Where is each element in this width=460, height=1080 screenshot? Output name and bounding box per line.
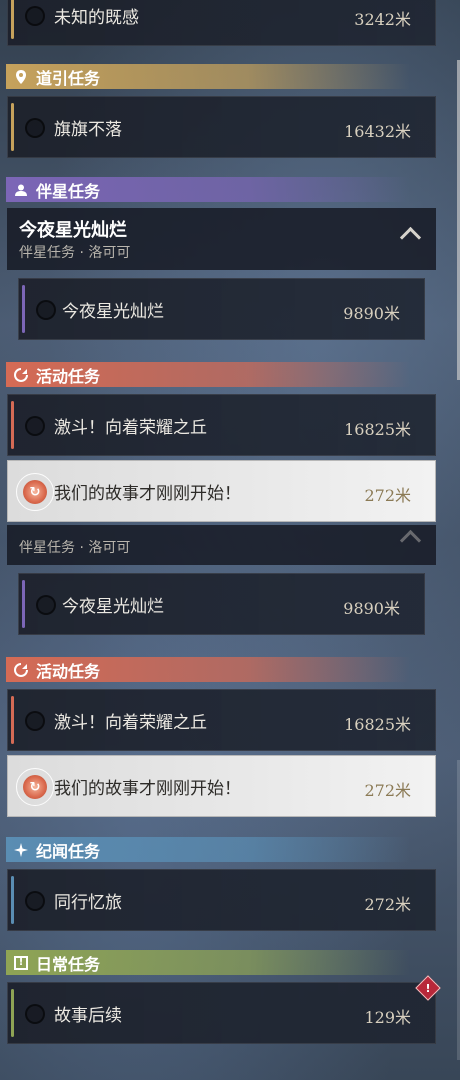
quest-distance: 9890米 xyxy=(343,599,400,618)
section-title: 活动任务 xyxy=(36,661,101,681)
quest-row-daily[interactable]: 故事后续 129米 xyxy=(7,982,436,1044)
quest-name: 我们的故事才刚刚开始！ xyxy=(54,484,241,504)
quest-distance: 16825米 xyxy=(344,420,411,439)
quest-distance: 129米 xyxy=(364,1008,411,1027)
tracking-target-icon[interactable]: ↻ xyxy=(16,768,54,806)
quest-color-bar xyxy=(11,401,14,449)
section-title: 活动任务 xyxy=(36,366,101,386)
quest-name: 激斗！向着荣耀之丘 xyxy=(54,418,207,438)
quest-row-event-active[interactable]: ↻ 我们的故事才刚刚开始！ 272米 xyxy=(7,460,436,522)
quest-color-bar xyxy=(11,876,14,924)
quest-track-circle[interactable] xyxy=(36,300,56,320)
quest-row-guide[interactable]: 旗旗不落 16432米 xyxy=(7,96,436,158)
quest-group-header-partial[interactable]: 伴星任务 · 洛可可 xyxy=(7,525,436,565)
quest-track-circle[interactable] xyxy=(25,891,45,911)
section-header-guide: 道引任务 xyxy=(6,64,410,89)
quest-row-chronicle[interactable]: 同行忆旅 272米 xyxy=(7,869,436,931)
quest-distance: 272米 xyxy=(364,781,411,800)
quest-name: 故事后续 xyxy=(54,1006,122,1026)
refresh-icon xyxy=(12,661,30,679)
quest-track-circle[interactable] xyxy=(25,1004,45,1024)
quest-color-bar xyxy=(11,0,14,39)
section-title: 伴星任务 xyxy=(36,181,101,201)
quest-name: 我们的故事才刚刚开始！ xyxy=(54,779,241,799)
quest-row-unknown[interactable]: 未知的既感 3242米 xyxy=(7,0,436,46)
section-header-event: 活动任务 xyxy=(6,362,410,387)
section-header-event: 活动任务 xyxy=(6,657,410,682)
quest-color-bar xyxy=(11,696,14,744)
quest-row-companion[interactable]: 今夜星光灿烂 9890米 xyxy=(18,573,425,635)
quest-color-bar xyxy=(11,989,14,1037)
quest-track-circle[interactable] xyxy=(25,711,45,731)
section-header-chronicle: 纪闻任务 xyxy=(6,837,410,862)
section-header-companion: 伴星任务 xyxy=(6,177,410,202)
quest-color-bar xyxy=(11,103,14,151)
person-icon xyxy=(12,181,30,199)
quest-distance: 272米 xyxy=(364,486,411,505)
quest-color-bar xyxy=(22,285,25,333)
quest-name: 今夜星光灿烂 xyxy=(62,302,164,322)
quest-track-circle[interactable] xyxy=(25,118,45,138)
quest-distance: 3242米 xyxy=(354,10,411,29)
section-title: 道引任务 xyxy=(36,68,101,88)
quest-name: 未知的既感 xyxy=(54,8,139,28)
group-subtitle: 伴星任务 · 洛可可 xyxy=(19,245,131,261)
quest-distance: 9890米 xyxy=(343,304,400,323)
quest-group-header[interactable]: 今夜星光灿烂 伴星任务 · 洛可可 xyxy=(7,208,436,270)
quest-distance: 272米 xyxy=(364,895,411,914)
section-title: 纪闻任务 xyxy=(36,841,101,861)
map-pin-icon xyxy=(12,68,30,86)
section-title: 日常任务 xyxy=(36,954,101,974)
quest-name: 今夜星光灿烂 xyxy=(62,597,164,617)
quest-distance: 16432米 xyxy=(344,122,411,141)
chevron-up-icon[interactable] xyxy=(399,226,422,249)
quest-track-circle[interactable] xyxy=(25,416,45,436)
quest-name: 激斗！向着荣耀之丘 xyxy=(54,713,207,733)
quest-track-circle[interactable] xyxy=(25,6,45,26)
quest-track-circle[interactable] xyxy=(36,595,56,615)
sparkle-icon xyxy=(12,841,30,859)
quest-color-bar xyxy=(22,580,25,628)
quest-row-event-active[interactable]: ↻ 我们的故事才刚刚开始！ 272米 xyxy=(7,755,436,817)
chevron-up-icon[interactable] xyxy=(399,529,422,552)
group-title: 今夜星光灿烂 xyxy=(19,220,127,241)
quest-name: 旗旗不落 xyxy=(54,120,122,140)
exclamation-icon: ! xyxy=(12,954,30,972)
quest-row-event[interactable]: 激斗！向着荣耀之丘 16825米 xyxy=(7,689,436,751)
quest-name: 同行忆旅 xyxy=(54,893,122,913)
refresh-icon xyxy=(12,366,30,384)
quest-row-companion[interactable]: 今夜星光灿烂 9890米 xyxy=(18,278,425,340)
tracking-target-icon[interactable]: ↻ xyxy=(16,473,54,511)
quest-row-event[interactable]: 激斗！向着荣耀之丘 16825米 xyxy=(7,394,436,456)
quest-distance: 16825米 xyxy=(344,715,411,734)
group-subtitle: 伴星任务 · 洛可可 xyxy=(19,540,131,556)
section-header-daily: ! 日常任务 xyxy=(6,950,410,975)
